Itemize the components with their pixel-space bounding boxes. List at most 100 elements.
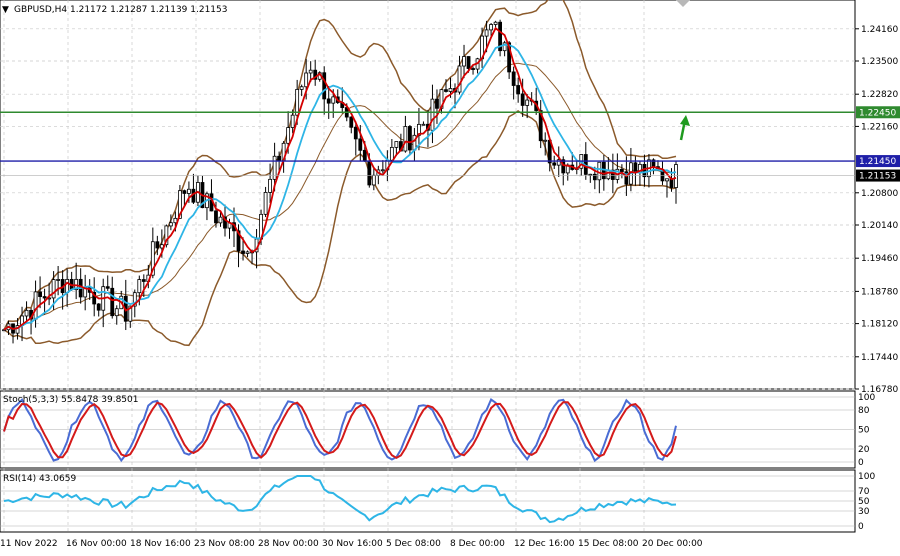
candle-body bbox=[96, 303, 101, 311]
stochastic-header: Stoch(5,3,3) 55.8478 39.8501 bbox=[3, 395, 138, 405]
candle-body bbox=[290, 114, 295, 128]
candle-body bbox=[466, 56, 471, 69]
candle-body bbox=[51, 279, 56, 299]
candle-body bbox=[286, 127, 291, 144]
chart-canvas: 1.22450 1.21450 1.21153 1.24160 1.23500 1.22… bbox=[0, 0, 900, 549]
price-label: 1.18780 bbox=[861, 287, 898, 297]
candle-body bbox=[367, 160, 372, 186]
candle-body bbox=[511, 71, 516, 86]
candle-body bbox=[110, 287, 115, 317]
candle-body bbox=[408, 126, 412, 151]
rsi-level-label: 100 bbox=[858, 472, 875, 482]
price-label: 1.17440 bbox=[861, 353, 898, 363]
candle-body bbox=[606, 169, 611, 180]
candle-body bbox=[592, 173, 597, 181]
candle-body bbox=[516, 85, 521, 95]
candle-body bbox=[168, 222, 173, 227]
time-label: 11 Nov 2022 bbox=[0, 539, 58, 549]
time-label: 18 Nov 16:00 bbox=[130, 539, 191, 549]
candle-body bbox=[322, 72, 327, 100]
candle-body bbox=[114, 308, 119, 317]
candle-body bbox=[56, 279, 61, 281]
price-label: 1.24160 bbox=[861, 25, 898, 35]
candle-body bbox=[141, 279, 146, 282]
stoch-level-label: 20 bbox=[858, 445, 870, 455]
price-label: 1.20140 bbox=[861, 221, 898, 231]
time-label: 30 Nov 16:00 bbox=[322, 539, 383, 549]
candle-body bbox=[619, 168, 624, 173]
candle-body bbox=[380, 169, 385, 172]
stoch-level-label: 80 bbox=[858, 406, 870, 416]
time-label: 28 Nov 00:00 bbox=[258, 539, 319, 549]
candle-body bbox=[304, 72, 309, 88]
resistance-price-label: 1.22450 bbox=[859, 108, 896, 118]
candle-body bbox=[674, 164, 678, 188]
price-label: 1.22160 bbox=[861, 122, 898, 132]
candle-body bbox=[245, 251, 250, 254]
candle-body bbox=[421, 123, 426, 126]
candle-body bbox=[38, 291, 42, 297]
candle-body bbox=[105, 286, 110, 289]
candle-body bbox=[308, 69, 313, 74]
price-label: 1.22820 bbox=[861, 90, 898, 100]
candle-body bbox=[187, 188, 191, 194]
candle-body bbox=[349, 116, 354, 128]
candle-body bbox=[457, 65, 462, 93]
candle-body bbox=[295, 89, 300, 116]
candle-body bbox=[268, 178, 272, 193]
candle-body bbox=[182, 190, 187, 194]
rsi-level-label: 0 bbox=[858, 522, 864, 532]
main-price-panel bbox=[0, 0, 856, 390]
candle-body bbox=[155, 241, 160, 249]
candle-body bbox=[358, 138, 363, 151]
candle-body bbox=[471, 68, 475, 70]
rsi-header: RSI(14) 43.0659 bbox=[3, 474, 76, 484]
candle-body bbox=[520, 93, 525, 106]
candle-body bbox=[493, 21, 498, 25]
time-label: 5 Dec 08:00 bbox=[386, 539, 441, 549]
price-label: 1.19460 bbox=[861, 254, 898, 264]
time-label: 12 Dec 16:00 bbox=[514, 539, 575, 549]
time-label: 16 Nov 00:00 bbox=[66, 539, 127, 549]
candle-body bbox=[462, 56, 466, 67]
stoch-level-label: 100 bbox=[858, 393, 875, 403]
candle-body bbox=[389, 146, 394, 161]
time-label: 15 Dec 08:00 bbox=[578, 539, 639, 549]
candle-body bbox=[444, 89, 448, 92]
candle-body bbox=[263, 192, 268, 215]
candle-body bbox=[362, 149, 367, 162]
candle-body bbox=[448, 88, 453, 92]
candle-body bbox=[371, 174, 376, 186]
candle-body bbox=[484, 29, 489, 37]
candle-body bbox=[277, 155, 282, 162]
candle-body bbox=[299, 86, 304, 90]
candle-body bbox=[525, 99, 530, 106]
candle-body bbox=[137, 279, 142, 294]
candle-body bbox=[65, 278, 70, 294]
candle-body bbox=[430, 98, 435, 131]
candle-body bbox=[33, 291, 38, 320]
candle-body bbox=[665, 178, 669, 182]
candle-body bbox=[326, 98, 331, 104]
time-label: 8 Dec 00:00 bbox=[450, 539, 505, 549]
candle-body bbox=[24, 309, 29, 317]
rsi-level-label: 30 bbox=[858, 507, 870, 517]
candle-body bbox=[394, 141, 399, 148]
candle-body bbox=[633, 162, 638, 173]
price-label: 1.23500 bbox=[861, 57, 898, 67]
candle-body bbox=[214, 210, 218, 224]
candle-body bbox=[552, 162, 557, 166]
time-label: 20 Dec 00:00 bbox=[642, 539, 703, 549]
candle-body bbox=[435, 98, 439, 109]
candle-body bbox=[597, 161, 602, 181]
candle-body bbox=[218, 216, 223, 224]
collapse-icon[interactable]: ▼ bbox=[2, 5, 9, 15]
price-label: 1.18120 bbox=[861, 320, 898, 330]
price-label: 1.20800 bbox=[861, 189, 898, 199]
candle-body bbox=[331, 96, 336, 104]
support-price-label: 1.21450 bbox=[859, 157, 896, 167]
candle-body bbox=[489, 24, 493, 31]
candle-body bbox=[42, 296, 47, 299]
candle-body bbox=[543, 139, 548, 142]
rsi-level-label: 50 bbox=[858, 497, 870, 507]
